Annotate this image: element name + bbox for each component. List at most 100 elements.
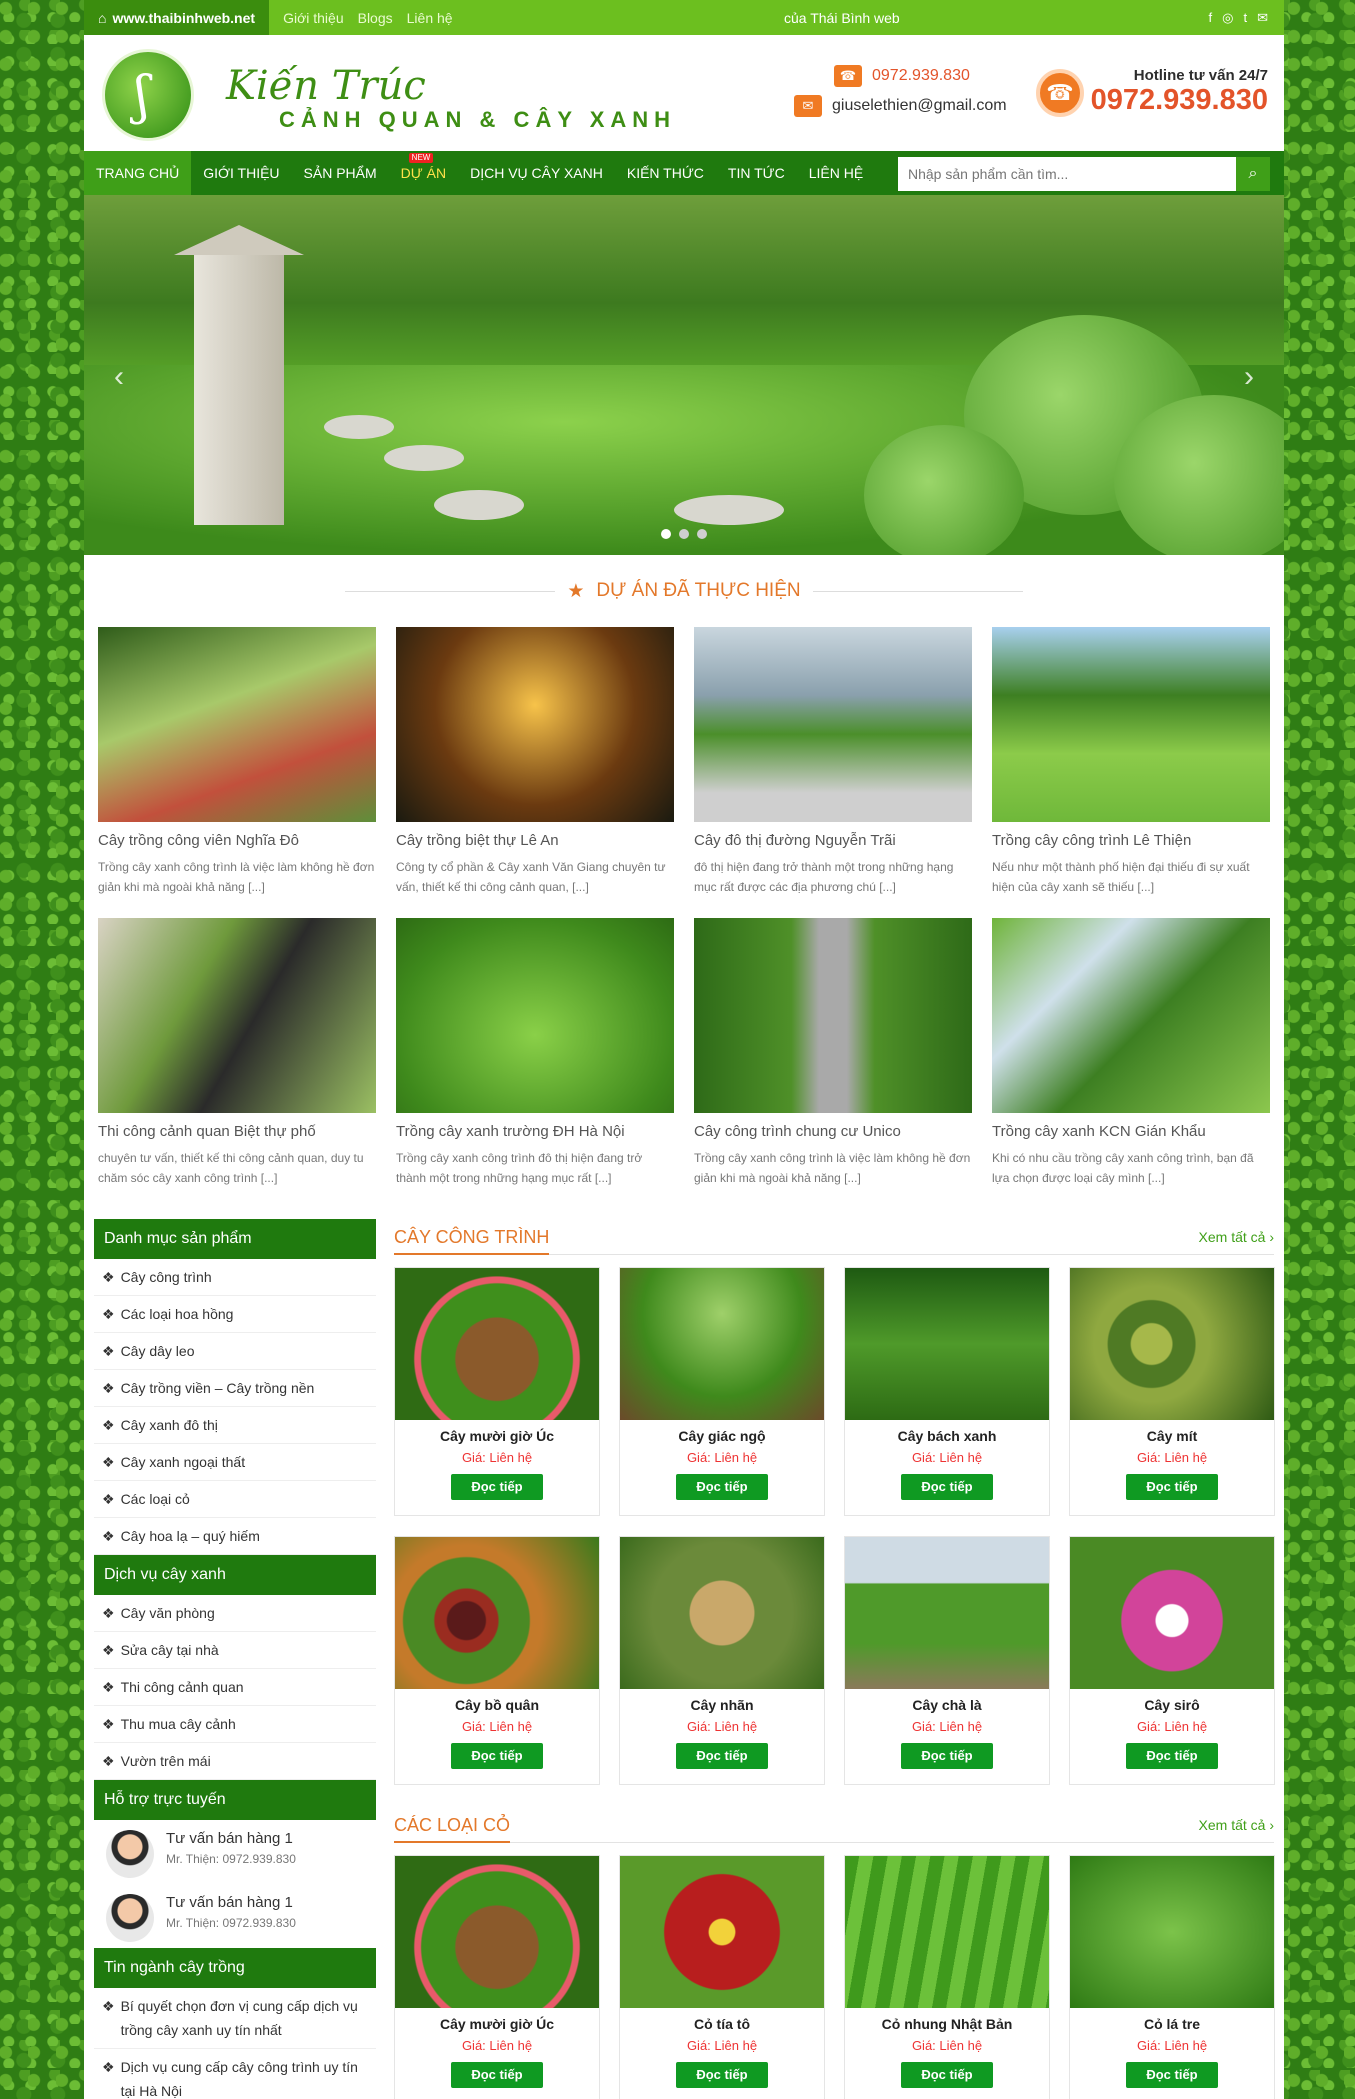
twitter-icon[interactable]: t (1243, 10, 1247, 26)
service-item[interactable]: ❖ Vườn trên mái (94, 1743, 376, 1780)
product-card[interactable]: Cây mít Giá: Liên hệ Đọc tiếp (1069, 1267, 1275, 1516)
product-image[interactable] (845, 1268, 1049, 1420)
project-card[interactable]: Trồng cây công trình Lê Thiện Nếu như một… (992, 627, 1270, 918)
product-image[interactable] (395, 1856, 599, 2008)
header-phone[interactable]: 0972.939.830 (872, 61, 970, 91)
project-title[interactable]: Thi công cảnh quan Biệt thự phố (98, 1123, 376, 1140)
section-title[interactable]: CÁC LOẠI CỎ (394, 1807, 511, 1843)
mail-icon[interactable]: ✉ (1257, 10, 1268, 26)
product-image[interactable] (395, 1268, 599, 1420)
see-all-link[interactable]: Xem tất cả › (1199, 1817, 1274, 1833)
product-card[interactable]: Cây nhãn Giá: Liên hệ Đọc tiếp (619, 1536, 825, 1785)
category-item[interactable]: ❖ Cây xanh đô thị (94, 1407, 376, 1444)
product-card[interactable]: Cây giác ngộ Giá: Liên hệ Đọc tiếp (619, 1267, 825, 1516)
search-icon[interactable]: ⌕ (1236, 157, 1270, 191)
project-image[interactable] (694, 627, 972, 822)
read-more-button[interactable]: Đọc tiếp (1126, 1743, 1218, 1769)
slider-dot[interactable] (697, 529, 707, 539)
logo-title[interactable]: Kiến Trúc (226, 63, 426, 109)
project-card[interactable]: Cây trồng biệt thự Lê An Công ty cổ phần … (396, 627, 674, 918)
nav-services[interactable]: DỊCH VỤ CÂY XANH (458, 151, 615, 195)
nav-about[interactable]: GIỚI THIỆU (191, 151, 291, 195)
category-item[interactable]: ❖ Cây trồng viền – Cây trồng nền (94, 1370, 376, 1407)
product-card[interactable]: Cây chà là Giá: Liên hệ Đọc tiếp (844, 1536, 1050, 1785)
top-link-blogs[interactable]: Blogs (358, 10, 393, 26)
product-image[interactable] (620, 1537, 824, 1689)
project-card[interactable]: Trồng cây xanh KCN Gián Khẩu Khi có nhu c… (992, 918, 1270, 1209)
product-card[interactable]: Cây sirô Giá: Liên hệ Đọc tiếp (1069, 1536, 1275, 1785)
see-all-link[interactable]: Xem tất cả › (1199, 1229, 1274, 1245)
nav-knowledge[interactable]: KIẾN THỨC (615, 151, 716, 195)
hotline-number[interactable]: 0972.939.830 (1091, 84, 1268, 117)
site-link[interactable]: ⌂ www.thaibinhweb.net (84, 0, 270, 35)
read-more-button[interactable]: Đọc tiếp (676, 1743, 768, 1769)
product-image[interactable] (620, 1856, 824, 2008)
read-more-button[interactable]: Đọc tiếp (451, 1474, 543, 1500)
project-image[interactable] (694, 918, 972, 1113)
top-link-about[interactable]: Giới thiệu (283, 10, 344, 26)
product-image[interactable] (395, 1537, 599, 1689)
project-image[interactable] (992, 918, 1270, 1113)
nav-home[interactable]: TRANG CHỦ (84, 151, 192, 195)
product-card[interactable]: Cây bồ quân Giá: Liên hệ Đọc tiếp (394, 1536, 600, 1785)
read-more-button[interactable]: Đọc tiếp (901, 1743, 993, 1769)
nav-news[interactable]: TIN TỨC (716, 151, 797, 195)
product-image[interactable] (845, 1537, 1049, 1689)
category-item[interactable]: ❖ Cây xanh ngoại thất (94, 1444, 376, 1481)
product-card[interactable]: Cỏ lá tre Giá: Liên hệ Đọc tiếp (1069, 1855, 1275, 2099)
project-title[interactable]: Trồng cây xanh KCN Gián Khẩu (992, 1123, 1270, 1140)
project-image[interactable] (396, 918, 674, 1113)
slider-prev-icon[interactable]: ‹ (114, 360, 124, 394)
project-title[interactable]: Trồng cây công trình Lê Thiện (992, 832, 1270, 849)
read-more-button[interactable]: Đọc tiếp (451, 1743, 543, 1769)
project-image[interactable] (98, 918, 376, 1113)
product-image[interactable] (620, 1268, 824, 1420)
project-title[interactable]: Trồng cây xanh trường ĐH Hà Nội (396, 1123, 674, 1140)
product-card[interactable]: Cây bách xanh Giá: Liên hệ Đọc tiếp (844, 1267, 1050, 1516)
service-item[interactable]: ❖ Sửa cây tại nhà (94, 1632, 376, 1669)
category-item[interactable]: ❖ Cây hoa lạ – quý hiếm (94, 1518, 376, 1555)
project-image[interactable] (396, 627, 674, 822)
read-more-button[interactable]: Đọc tiếp (1126, 2062, 1218, 2088)
service-item[interactable]: ❖ Thi công cảnh quan (94, 1669, 376, 1706)
nav-contact[interactable]: LIÊN HỆ (797, 151, 875, 195)
header-email[interactable]: giuselethien@gmail.com (832, 91, 1007, 121)
nav-products[interactable]: SẢN PHẨM (292, 151, 389, 195)
product-image[interactable] (1070, 1537, 1274, 1689)
project-title[interactable]: Cây trồng công viên Nghĩa Đô (98, 832, 376, 849)
service-item[interactable]: ❖ Thu mua cây cảnh (94, 1706, 376, 1743)
read-more-button[interactable]: Đọc tiếp (676, 2062, 768, 2088)
category-item[interactable]: ❖ Các loại cỏ (94, 1481, 376, 1518)
section-title[interactable]: CÂY CÔNG TRÌNH (394, 1219, 550, 1255)
product-card[interactable]: Cây mười giờ Úc Giá: Liên hệ Đọc tiếp (394, 1267, 600, 1516)
project-card[interactable]: Thi công cảnh quan Biệt thự phố chuyên tư… (98, 918, 376, 1209)
product-image[interactable] (1070, 1856, 1274, 2008)
project-title[interactable]: Cây đô thị đường Nguyễn Trãi (694, 832, 972, 849)
product-card[interactable]: Cây mười giờ Úc Giá: Liên hệ Đọc tiếp (394, 1855, 600, 2099)
slider-dot[interactable] (679, 529, 689, 539)
facebook-icon[interactable]: f (1209, 10, 1213, 26)
product-image[interactable] (845, 1856, 1049, 2008)
product-card[interactable]: Cỏ nhung Nhật Bản Giá: Liên hệ Đọc tiếp (844, 1855, 1050, 2099)
service-item[interactable]: ❖ Cây văn phòng (94, 1595, 376, 1632)
category-item[interactable]: ❖ Cây dây leo (94, 1333, 376, 1370)
project-card[interactable]: Cây công trình chung cư Unico Trồng cây x… (694, 918, 972, 1209)
slider-next-icon[interactable]: › (1244, 360, 1254, 394)
product-card[interactable]: Cỏ tía tô Giá: Liên hệ Đọc tiếp (619, 1855, 825, 2099)
read-more-button[interactable]: Đọc tiếp (1126, 1474, 1218, 1500)
project-image[interactable] (98, 627, 376, 822)
instagram-icon[interactable]: ◎ (1222, 10, 1233, 26)
project-title[interactable]: Cây trồng biệt thự Lê An (396, 832, 674, 849)
project-card[interactable]: Trồng cây xanh trường ĐH Hà Nội Trồng cây… (396, 918, 674, 1209)
read-more-button[interactable]: Đọc tiếp (901, 1474, 993, 1500)
read-more-button[interactable]: Đọc tiếp (676, 1474, 768, 1500)
project-card[interactable]: Cây trồng công viên Nghĩa Đô Trồng cây xa… (98, 627, 376, 918)
product-image[interactable] (1070, 1268, 1274, 1420)
top-link-contact[interactable]: Liên hệ (407, 10, 453, 26)
project-title[interactable]: Cây công trình chung cư Unico (694, 1123, 972, 1140)
slider-dot[interactable] (661, 529, 671, 539)
nav-projects[interactable]: NEW DỰ ÁN (389, 151, 458, 195)
project-card[interactable]: Cây đô thị đường Nguyễn Trãi đô thị hiện … (694, 627, 972, 918)
logo-icon[interactable]: ʃ (102, 49, 194, 141)
news-item[interactable]: ❖ Bí quyết chọn đơn vị cung cấp dịch vụ t… (94, 1988, 376, 2049)
